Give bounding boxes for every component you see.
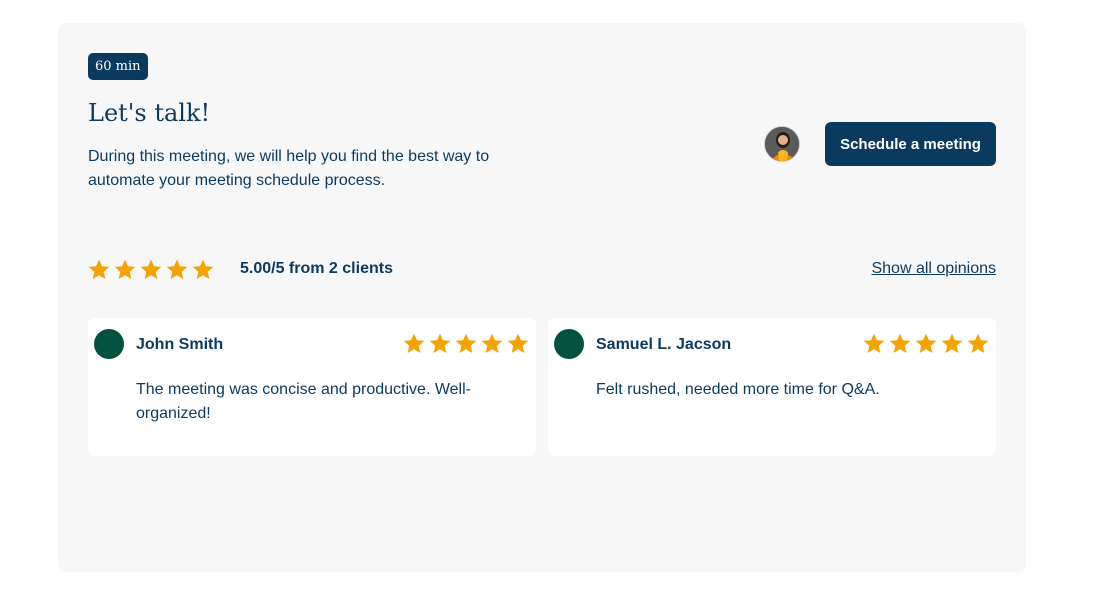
star-icon — [863, 333, 885, 353]
meeting-description: During this meeting, we will help you fi… — [88, 148, 490, 189]
star-icon — [889, 333, 911, 353]
star-icon — [915, 333, 937, 353]
review-stars — [862, 332, 990, 356]
review-card: John Smith The meeting was concise and p… — [88, 318, 536, 456]
rating-stars — [87, 258, 215, 282]
rating-summary: 5.00/5 from 2 clients — [240, 260, 393, 277]
meeting-card: 60 min Let's talk! During this meeting, … — [58, 23, 1026, 572]
review-text: Felt rushed, needed more time for Q&A. — [596, 381, 880, 398]
star-icon — [967, 333, 989, 353]
star-icon — [429, 333, 451, 353]
reviewer-avatar — [554, 329, 584, 359]
star-icon — [941, 333, 963, 353]
reviewer-name: Samuel L. Jacson — [596, 336, 732, 353]
star-icon — [140, 259, 162, 279]
star-icon — [166, 259, 188, 279]
meeting-title: Let's talk! — [88, 99, 211, 127]
host-avatar — [764, 126, 800, 162]
star-icon — [507, 333, 529, 353]
show-all-opinions-link[interactable]: Show all opinions — [871, 260, 996, 278]
star-icon — [88, 259, 110, 279]
review-card: Samuel L. Jacson Felt rushed, needed mor… — [548, 318, 996, 456]
schedule-meeting-button[interactable]: Schedule a meeting — [825, 122, 996, 166]
host-avatar-image — [765, 127, 799, 161]
duration-badge: 60 min — [88, 53, 148, 80]
star-icon — [192, 259, 214, 279]
review-stars — [402, 332, 530, 356]
reviewer-avatar — [94, 329, 124, 359]
star-icon — [114, 259, 136, 279]
reviewer-name: John Smith — [136, 336, 224, 353]
review-text: The meeting was concise and productive. … — [136, 381, 471, 422]
star-icon — [455, 333, 477, 353]
star-icon — [481, 333, 503, 353]
star-icon — [403, 333, 425, 353]
